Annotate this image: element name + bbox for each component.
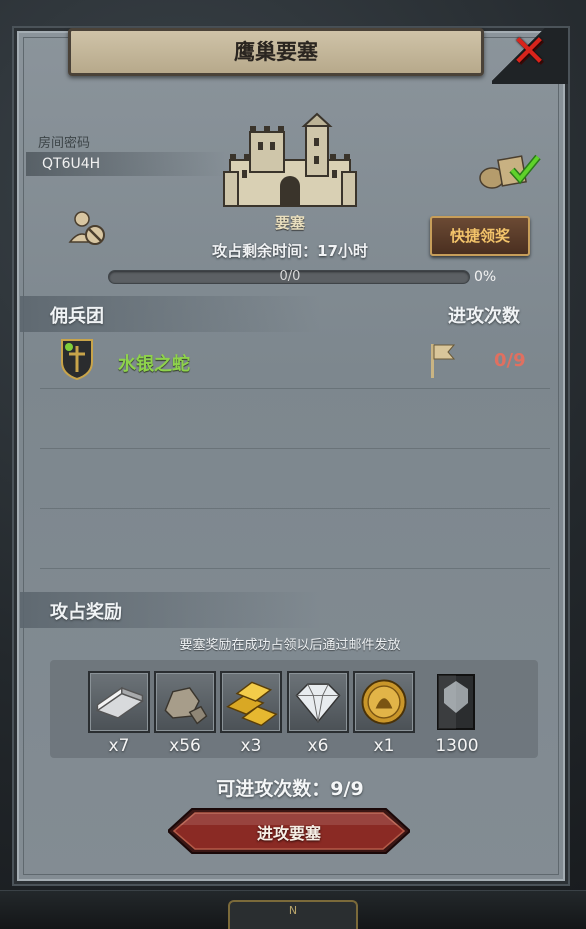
room-password-label: 房间密码: [38, 136, 91, 151]
reward-delivery-note: 要塞奖励在成功占领以后通过邮件发放: [179, 638, 401, 653]
guild-banner-icon[interactable]: [434, 673, 478, 731]
mercenary-header: 佣兵团: [50, 306, 104, 327]
reward-qty: 1300: [435, 736, 479, 756]
reward-qty: x6: [307, 736, 329, 756]
reward-qty: x56: [169, 736, 201, 756]
diamond-icon[interactable]: [287, 671, 349, 733]
user-blocked-icon: [68, 211, 105, 245]
guild-attack-count: 0/9: [494, 350, 526, 371]
silver-ingot-icon[interactable]: [88, 671, 150, 733]
guild-name: 水银之蛇: [118, 354, 190, 375]
reward-qty: x7: [108, 736, 130, 756]
compass-icon: N: [228, 900, 358, 929]
attack-fortress-label: 进攻要塞: [256, 824, 321, 843]
reward-qty: x3: [240, 736, 262, 756]
gold-medal-icon[interactable]: [353, 671, 415, 733]
dialog-title: 鹰巢要塞: [68, 28, 484, 76]
stone-ore-icon[interactable]: [154, 671, 216, 733]
attacks-available: 可进攻次数：9/9: [216, 778, 364, 800]
fortress-name: 要塞: [274, 214, 305, 232]
rewards-header: 攻占奖励: [50, 602, 122, 623]
gold-bars-icon[interactable]: [220, 671, 282, 733]
close-button[interactable]: ✕: [506, 30, 552, 74]
capture-progress-percent: 0%: [474, 269, 497, 285]
attack-fortress-button[interactable]: 进攻要塞: [168, 808, 410, 854]
rewards-claimed-icon[interactable]: [478, 148, 548, 190]
room-password-value: QT6U4H: [42, 156, 101, 172]
flag-icon: [431, 344, 456, 378]
quick-claim-button[interactable]: 快捷领奖: [430, 216, 530, 256]
fortress-castle-icon: [223, 112, 357, 207]
reward-qty: x1: [373, 736, 395, 756]
guild-emblem-icon: [61, 339, 93, 380]
capture-progress-text: 0/0: [279, 269, 301, 284]
capture-time-remaining: 攻占剩余时间：17小时: [212, 242, 368, 260]
attack-count-header: 进攻次数: [448, 306, 520, 327]
